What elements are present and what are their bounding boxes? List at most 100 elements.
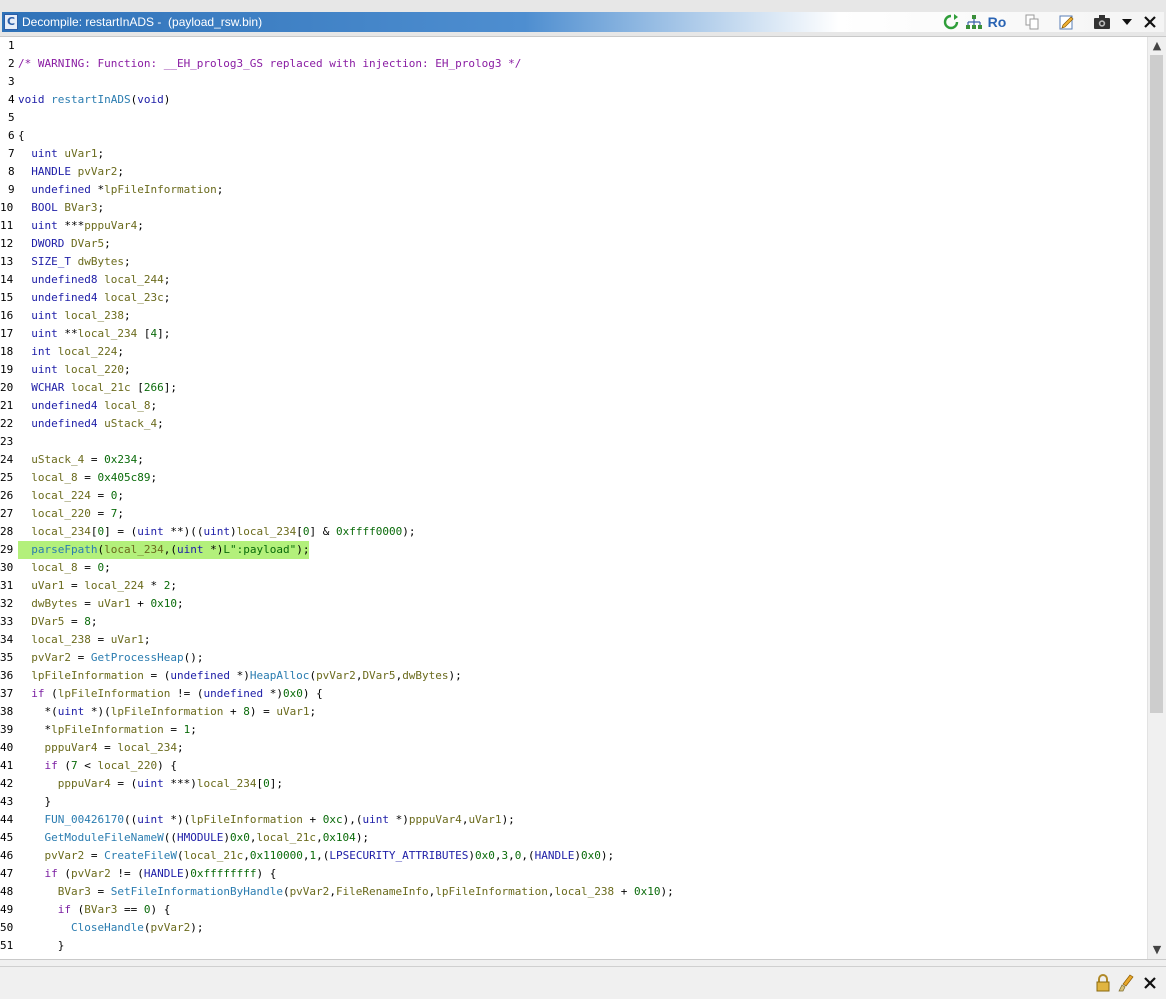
code-line[interactable]: 44 FUN_00426170((uint *)(lpFileInformati…: [0, 811, 1147, 829]
line-number: 35: [0, 651, 14, 664]
code-line[interactable]: 46 pvVar2 = CreateFileW(local_21c,0x1100…: [0, 847, 1147, 865]
code-line[interactable]: 41 if (7 < local_220) {: [0, 757, 1147, 775]
edit-icon[interactable]: [1058, 13, 1076, 31]
code-line[interactable]: 39 *lpFileInformation = 1;: [0, 721, 1147, 739]
code-token: undefined: [170, 669, 230, 682]
highlighted-code-text: parseFpath(local_234,(uint *)L":payload"…: [18, 541, 310, 559]
code-line[interactable]: 5: [0, 109, 1147, 127]
camera-icon[interactable]: [1092, 13, 1112, 31]
code-token: 0x0: [475, 849, 495, 862]
code-token: lpFileInformation: [31, 669, 144, 682]
code-token: ;: [163, 291, 171, 304]
scroll-up-arrow[interactable]: ▲: [1148, 37, 1166, 55]
code-token: ) {: [157, 759, 177, 772]
code-line[interactable]: 48 BVar3 = SetFileInformationByHandle(pv…: [0, 883, 1147, 901]
code-line[interactable]: 3: [0, 73, 1147, 91]
code-line[interactable]: 12 DWORD DVar5;: [0, 235, 1147, 253]
code-line[interactable]: 34 local_238 = uVar1;: [0, 631, 1147, 649]
read-only-toggle[interactable]: Ro: [986, 13, 1008, 31]
code-token: (: [57, 759, 71, 772]
code-line[interactable]: 14 undefined8 local_244;: [0, 271, 1147, 289]
code-line[interactable]: 2/* WARNING: Function: __EH_prolog3_GS r…: [0, 55, 1147, 73]
lock-icon[interactable]: [1094, 973, 1112, 993]
code-token: pppuVar4: [84, 219, 138, 232]
code-token: =: [77, 561, 98, 574]
code-line[interactable]: 27 local_220 = 7;: [0, 505, 1147, 523]
code-line[interactable]: 22 undefined4 uStack_4;: [0, 415, 1147, 433]
code-line[interactable]: 51 }: [0, 937, 1147, 955]
line-number: 42: [0, 777, 14, 790]
code-line[interactable]: 23: [0, 433, 1147, 451]
code-line[interactable]: 6{: [0, 127, 1147, 145]
code-line[interactable]: 8 HANDLE pvVar2;: [0, 163, 1147, 181]
brush-icon[interactable]: [1117, 973, 1135, 993]
close-icon[interactable]: [1142, 13, 1158, 31]
code-line[interactable]: 4 void restartInADS(void): [0, 91, 1147, 109]
code-line[interactable]: 16 uint local_238;: [0, 307, 1147, 325]
code-line[interactable]: 18 int local_224;: [0, 343, 1147, 361]
chevron-down-icon[interactable]: [1119, 13, 1135, 31]
copy-icon[interactable]: [1023, 13, 1041, 31]
code-line[interactable]: 17 uint **local_234 [4];: [0, 325, 1147, 343]
code-line[interactable]: 49 if (BVar3 == 0) {: [0, 901, 1147, 919]
line-number: 1: [8, 39, 15, 52]
code-token: {: [18, 129, 25, 142]
scroll-down-arrow[interactable]: ▼: [1148, 941, 1166, 959]
code-line[interactable]: 21 undefined4 local_8;: [0, 397, 1147, 415]
code-token: ;: [117, 489, 124, 502]
code-line[interactable]: 42 pppuVar4 = (uint ***)local_234[0];: [0, 775, 1147, 793]
code-text: local_224 = 0;: [18, 487, 124, 505]
code-line[interactable]: 29 parseFpath(local_234,(uint *)L":paylo…: [0, 541, 1147, 559]
code-token: 0x10: [150, 597, 177, 610]
code-line[interactable]: 35 pvVar2 = GetProcessHeap();: [0, 649, 1147, 667]
decompiler-code-view[interactable]: 1 2/* WARNING: Function: __EH_prolog3_GS …: [0, 36, 1166, 960]
code-line[interactable]: 47 if (pvVar2 != (HANDLE)0xffffffff) {: [0, 865, 1147, 883]
close-icon[interactable]: [1142, 973, 1158, 993]
line-number: 24: [0, 453, 14, 466]
code-line[interactable]: 13 SIZE_T dwBytes;: [0, 253, 1147, 271]
code-line[interactable]: 24 uStack_4 = 0x234;: [0, 451, 1147, 469]
code-token: ;: [123, 309, 131, 322]
code-line[interactable]: 38 *(uint *)(lpFileInformation + 8) = uV…: [0, 703, 1147, 721]
code-line[interactable]: 11 uint ***pppuVar4;: [0, 217, 1147, 235]
code-line[interactable]: 31 uVar1 = local_224 * 2;: [0, 577, 1147, 595]
line-number: 5: [8, 111, 15, 124]
scroll-thumb[interactable]: [1150, 55, 1163, 713]
code-line[interactable]: 7 uint uVar1;: [0, 145, 1147, 163]
code-line[interactable]: 10 BOOL BVar3;: [0, 199, 1147, 217]
code-line[interactable]: 25 local_8 = 0x405c89;: [0, 469, 1147, 487]
code-line[interactable]: 50 CloseHandle(pvVar2);: [0, 919, 1147, 937]
code-line[interactable]: 9 undefined *lpFileInformation;: [0, 181, 1147, 199]
code-token: ;: [123, 363, 131, 376]
code-line[interactable]: 1: [0, 37, 1147, 55]
code-line[interactable]: 40 pppuVar4 = local_234;: [0, 739, 1147, 757]
code-line[interactable]: 33 DVar5 = 8;: [0, 613, 1147, 631]
code-token: uVar1: [110, 633, 144, 646]
code-line[interactable]: 19 uint local_220;: [0, 361, 1147, 379]
code-line[interactable]: 15 undefined4 local_23c;: [0, 289, 1147, 307]
code-token: +: [302, 813, 323, 826]
code-line[interactable]: 36 lpFileInformation = (undefined *)Heap…: [0, 667, 1147, 685]
refresh-icon[interactable]: [942, 13, 960, 31]
vertical-scrollbar[interactable]: ▲ ▼: [1147, 37, 1166, 959]
code-line[interactable]: 43 }: [0, 793, 1147, 811]
code-line[interactable]: 20 WCHAR local_21c [266];: [0, 379, 1147, 397]
code-line[interactable]: 30 local_8 = 0;: [0, 559, 1147, 577]
code-line[interactable]: 32 dwBytes = uVar1 + 0x10;: [0, 595, 1147, 613]
code-token: pppuVar4: [44, 741, 98, 754]
code-line[interactable]: 26 local_224 = 0;: [0, 487, 1147, 505]
code-line[interactable]: 37 if (lpFileInformation != (undefined *…: [0, 685, 1147, 703]
code-line[interactable]: 45 GetModuleFileNameW((HMODULE)0x0,local…: [0, 829, 1147, 847]
code-token: ;: [190, 723, 197, 736]
line-number: 20: [0, 381, 14, 394]
code-token: if: [31, 687, 45, 700]
function-graph-icon[interactable]: [964, 13, 984, 31]
code-token: ;: [176, 741, 184, 754]
code-token: =: [90, 885, 111, 898]
code-token: BOOL: [31, 201, 58, 214]
code-line[interactable]: 28 local_234[0] = (uint **)((uint)local_…: [0, 523, 1147, 541]
